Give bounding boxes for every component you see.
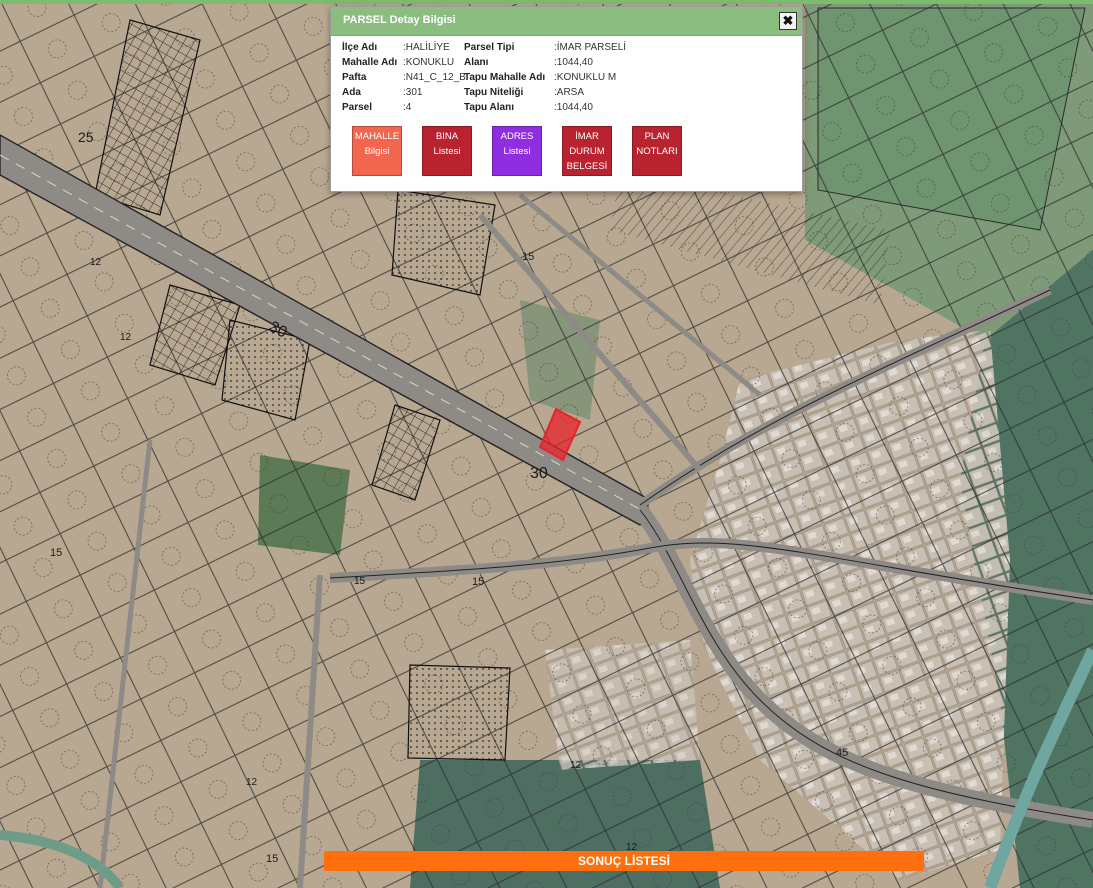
adres-listesi-button[interactable]: ADRES Listesi xyxy=(492,126,542,176)
button-label: ADRES xyxy=(500,131,534,142)
road-label: 15 xyxy=(472,576,484,588)
tapu-mahalle-value: :KONUKLU M xyxy=(554,72,617,83)
road-label: 25 xyxy=(78,129,94,145)
ilce-label: İlçe Adı xyxy=(342,42,378,53)
tapu-niteligi-label: Tapu Niteliği xyxy=(464,87,524,98)
ada-label: Ada xyxy=(342,87,361,98)
road-label: 12 xyxy=(570,760,582,771)
plan-notlari-button[interactable]: PLAN NOTLARI xyxy=(632,126,682,176)
info-row: Ada :301 Tapu Niteliği :ARSA xyxy=(342,87,802,102)
alan-label: Alanı xyxy=(464,57,489,68)
info-row: İlçe Adı :HALİLİYE Parsel Tipi :İMAR PAR… xyxy=(342,42,802,57)
sonuc-listesi-button[interactable]: SONUÇ LİSTESİ xyxy=(324,851,924,871)
mahalle-bilgisi-button[interactable]: MAHALLE Bilgisi xyxy=(352,126,402,176)
info-row: Parsel :4 Tapu Alanı :1044,40 xyxy=(342,102,802,117)
tapu-alani-label: Tapu Alanı xyxy=(464,102,514,113)
button-label: BINA xyxy=(435,131,459,142)
parsel-tipi-label: Parsel Tipi xyxy=(464,42,515,53)
tapu-alani-value: :1044,40 xyxy=(554,102,593,113)
pafta-value: :N41_C_12_B xyxy=(403,72,466,83)
dotted-zone xyxy=(407,664,511,761)
button-label: DURUM xyxy=(569,146,605,157)
top-strip xyxy=(0,0,1093,4)
button-label: Listesi xyxy=(503,146,531,157)
tapu-mahalle-label: Tapu Mahalle Adı xyxy=(464,72,546,83)
road-label: 45 xyxy=(836,747,848,759)
tapu-niteligi-value: :ARSA xyxy=(554,87,585,98)
parcel-info-table: İlçe Adı :HALİLİYE Parsel Tipi :İMAR PAR… xyxy=(342,42,802,117)
info-row: Pafta :N41_C_12_B Tapu Mahalle Adı :KONU… xyxy=(342,72,802,87)
button-label: BELGESİ xyxy=(566,161,608,172)
pafta-label: Pafta xyxy=(342,72,367,83)
road-label: 15 xyxy=(354,576,366,587)
popup-title: PARSEL Detay Bilgisi xyxy=(343,14,456,26)
imar-durum-belgesi-button[interactable]: İMAR DURUM BELGESİ xyxy=(562,126,612,176)
close-icon: ✖ xyxy=(782,13,794,28)
parcel-detail-popup: PARSEL Detay Bilgisi ✖ İlçe Adı :HALİLİY… xyxy=(330,6,803,192)
button-label: PLAN xyxy=(644,131,670,142)
road-label: 12 xyxy=(90,257,102,268)
road-label: 15 xyxy=(50,547,62,559)
road-label: 12 xyxy=(120,332,132,343)
mahalle-value: :KONUKLU xyxy=(403,57,455,68)
button-label: Listesi xyxy=(433,146,461,157)
bina-listesi-button[interactable]: BINA Listesi xyxy=(422,126,472,176)
result-bar-label: SONUÇ LİSTESİ xyxy=(577,854,670,868)
button-label: İMAR xyxy=(575,131,599,142)
button-label: NOTLARI xyxy=(636,146,678,157)
road-label: 30 xyxy=(530,465,548,482)
close-button[interactable]: ✖ xyxy=(779,12,797,30)
parsel-tipi-value: :İMAR PARSELİ xyxy=(554,42,627,53)
parsel-label: Parsel xyxy=(342,102,373,113)
mahalle-label: Mahalle Adı xyxy=(342,57,398,68)
alan-value: :1044,40 xyxy=(554,57,593,68)
road-label: 15 xyxy=(266,853,278,865)
info-row: Mahalle Adı :KONUKLU Alanı :1044,40 xyxy=(342,57,802,72)
parsel-value: :4 xyxy=(403,102,412,113)
ilce-value: :HALİLİYE xyxy=(403,42,450,53)
button-label: Bilgisi xyxy=(364,146,390,157)
button-label: MAHALLE xyxy=(354,131,400,142)
road-label: 15 xyxy=(522,251,534,263)
road-label: 12 xyxy=(246,777,258,788)
ada-value: :301 xyxy=(403,87,423,98)
popup-header: PARSEL Detay Bilgisi ✖ xyxy=(331,7,802,36)
